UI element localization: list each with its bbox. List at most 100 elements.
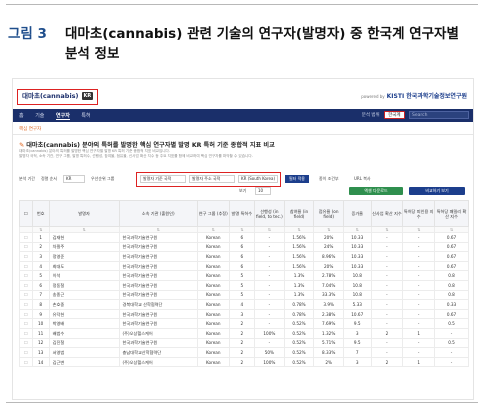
table-cell: 3 <box>342 327 372 339</box>
table-cell[interactable]: 서영범 <box>48 347 120 358</box>
row-checkbox[interactable]: ☐ <box>19 299 33 310</box>
table-cell[interactable]: 이석 <box>48 270 120 281</box>
nav-item-researcher[interactable]: 연구자 <box>56 113 70 120</box>
table-cell: - <box>254 232 285 243</box>
breadcrumb: 핵심 연구자 <box>19 127 42 132</box>
row-checkbox[interactable]: ☐ <box>19 337 33 349</box>
copy-url-button[interactable]: URL 복사 <box>354 176 371 182</box>
table-cell: - <box>370 308 404 320</box>
apply-filter-button[interactable]: 필터 적용 <box>285 175 309 183</box>
col-header-priority[interactable]: 선행성 (in field, to tec.) <box>254 200 285 227</box>
table-cell: - <box>402 270 436 281</box>
col-header-family[interactable]: 특허당 패밀리 확산 지수 <box>434 200 469 227</box>
row-checkbox[interactable]: ☐ <box>19 327 33 339</box>
table-cell: 5.71% <box>313 337 344 349</box>
table-cell[interactable]: 최대도 <box>48 260 120 272</box>
nav-item-tech[interactable]: 기술 <box>35 113 44 119</box>
table-row[interactable]: ☐ 8 손호중 경북대학교 산학협력단 Korean 4-0.78% 3.9% 5.33- -0… <box>19 299 469 310</box>
row-checkbox[interactable]: ☐ <box>19 279 33 291</box>
row-checkbox[interactable]: ☐ <box>19 289 33 301</box>
row-checkbox[interactable]: ☐ <box>19 308 33 320</box>
table-cell[interactable]: 정영준 <box>48 251 120 262</box>
col-header-growth[interactable]: 증가율 <box>342 200 372 227</box>
table-cell[interactable]: 김재헌 <box>48 232 120 243</box>
col-header-share[interactable]: 점유율 (on field) <box>313 200 344 227</box>
table-cell: 0.78% <box>283 299 315 310</box>
row-checkbox[interactable]: ☐ <box>19 347 33 358</box>
table-row[interactable]: ☐ 7 송종근 한국과학기술연구원 Korean 5-1.3% 33.3% 10.8- -0.8 <box>19 289 469 301</box>
sort-select[interactable]: KR <box>63 175 85 183</box>
compare-view-button[interactable]: 비교하기 보기 <box>409 187 465 195</box>
excel-download-button[interactable]: 엑셀 다운로드 <box>349 187 403 195</box>
table-cell[interactable]: 배범수 <box>48 327 120 339</box>
col-header-no[interactable]: 번호 <box>31 200 50 227</box>
col-header-participation[interactable]: 참여율 (in field) <box>283 200 315 227</box>
row-checkbox[interactable]: ☐ <box>19 241 33 253</box>
table-cell[interactable]: 박영배 <box>48 318 120 329</box>
table-cell[interactable]: 유덕헌 <box>48 308 120 320</box>
table-row[interactable]: ☐ 1 김재헌 한국과학기술연구원 Korean 6-1.56% 20% 10.33- -0.6… <box>19 232 469 243</box>
table-cell: 2 <box>228 327 256 339</box>
table-cell[interactable]: 김진철 <box>48 337 120 349</box>
table-row[interactable]: ☐ 12 김진철 한국과학기술연구원 Korean 2-0.52% 5.71% 9.5- -0.… <box>19 337 469 349</box>
nav-item-home[interactable]: 홈 <box>19 113 24 119</box>
col-header-citation[interactable]: 특허당 피인용 지수 <box>402 200 436 227</box>
table-row[interactable]: ☐ 11 배범수 (주)오상헬스케어 Korean 2 100% 0.52% 1.32% 3 2 1- <box>19 327 469 339</box>
table-cell[interactable]: 차필주 <box>48 241 120 253</box>
figure-label: 그림 3 <box>8 26 47 42</box>
row-checkbox[interactable]: ☐ <box>19 318 33 329</box>
table-cell: 2 <box>370 356 404 368</box>
table-cell: 10.8 <box>342 270 372 281</box>
row-checkbox[interactable]: ☐ <box>19 232 33 243</box>
app-title-box[interactable]: 대마초(cannabis) KR <box>17 89 99 105</box>
table-cell: 0.8 <box>434 270 469 281</box>
table-cell: 8.96% <box>313 251 344 262</box>
table-cell: 2 <box>228 337 256 349</box>
address-nationality-select[interactable]: 발명자 주소 국적 <box>189 175 235 183</box>
table-cell[interactable]: 김근변 <box>48 356 120 368</box>
table-cell: - <box>370 232 404 243</box>
inventor-nationality-select[interactable]: 발명자 기준 국적 <box>140 175 186 183</box>
row-checkbox[interactable]: ☐ <box>19 251 33 262</box>
row-checkbox[interactable]: ☐ <box>19 356 33 368</box>
filter-bar: 분석 기간 정렬 순서 KR 우선순위 그룹 발명자 기준 국적 발명자 주소 … <box>19 172 469 187</box>
table-row[interactable]: ☐ 10 박영배 한국과학기술연구원 Korean 2-0.52% 7.69% 9.5- -0.… <box>19 318 469 329</box>
table-cell: - <box>402 251 436 262</box>
table-row[interactable]: ☐ 4 최대도 한국과학기술연구원 Korean 6-1.56% 20% 10.33- -0.6… <box>19 260 469 272</box>
table-row[interactable]: ☐ 6 정동철 한국과학기술연구원 Korean 5-1.3% 7.04% 10.8- -0.8 <box>19 279 469 291</box>
table-row[interactable]: ☐ 5 이석 한국과학기술연구원 Korean 5-1.3% 2.78% 10.8- -0.8 <box>19 270 469 281</box>
table-cell: Korean <box>196 347 230 358</box>
table-cell: - <box>402 289 436 301</box>
table-row[interactable]: ☐ 14 김근변 (주)오상헬스케어 Korean 2 100% 0.52% 2% 3 2 1- <box>19 356 469 368</box>
row-checkbox[interactable]: ☐ <box>19 260 33 272</box>
col-header-group[interactable]: 연구 그룹 (추정) <box>196 200 230 227</box>
table-cell: - <box>254 318 285 329</box>
table-cell: 1 <box>402 356 436 368</box>
col-header-inventor[interactable]: 발명자 <box>48 200 120 227</box>
table-cell: - <box>370 241 404 253</box>
table-row[interactable]: ☐ 3 정영준 한국과학기술연구원 Korean 6-1.56% 8.96% 10.33- -0… <box>19 251 469 262</box>
col-header-affiliation[interactable]: 소속 기관 (출원인) <box>118 200 198 227</box>
col-header-new-biz[interactable]: 신사업 확산 지수 <box>370 200 404 227</box>
table-cell[interactable]: 손호중 <box>48 299 120 310</box>
table-cell: 9.5 <box>342 318 372 329</box>
table-cell: Korean <box>196 308 230 320</box>
scope-select[interactable]: 한국계 <box>384 111 405 119</box>
option-checkbox-1[interactable]: 종이 조건부 <box>319 176 339 182</box>
country-select[interactable]: KR (South Korea) <box>238 175 278 183</box>
table-cell[interactable]: 송종근 <box>48 289 120 301</box>
rows-select[interactable]: 10 <box>255 187 271 195</box>
nav-item-patent[interactable]: 특허 <box>81 113 90 119</box>
table-cell: 33.3% <box>313 289 344 301</box>
table-cell[interactable]: 정동철 <box>48 279 120 291</box>
researcher-table: ☐ 번호 발명자 소속 기관 (출원인) 연구 그룹 (추정) 발명 특허수 선… <box>19 200 469 368</box>
table-body: ⇅ ⇅ ⇅ ⇅ ⇅ ⇅ ⇅ ⇅ ⇅ ⇅ ⇅ ⇅ ☐ 1 김재헌 한국과학기술연구원 Korean 6-1.56% 2… <box>19 226 469 368</box>
row-checkbox[interactable]: ☐ <box>19 270 33 281</box>
table-row[interactable]: ☐ 2 차필주 한국과학기술연구원 Korean 6-1.56% 24% 10.33- -0.6… <box>19 241 469 253</box>
col-header-patents[interactable]: 발명 특허수 <box>228 200 256 227</box>
select-all-checkbox[interactable]: ☐ <box>19 200 33 227</box>
table-row[interactable]: ☐ 13 서영범 충남대학교산학협력단 Korean 2 50% 0.52% 8.33% 7- - - <box>19 347 469 358</box>
section-title-text: 대마초(cannabis) 분야의 특허를 발명한 핵심 연구자별 발명 KR … <box>26 142 275 149</box>
search-input[interactable]: Search <box>409 111 469 119</box>
table-row[interactable]: ☐ 9 유덕헌 한국과학기술연구원 Korean 3-0.78% 2.38% 10.67- -0… <box>19 308 469 320</box>
